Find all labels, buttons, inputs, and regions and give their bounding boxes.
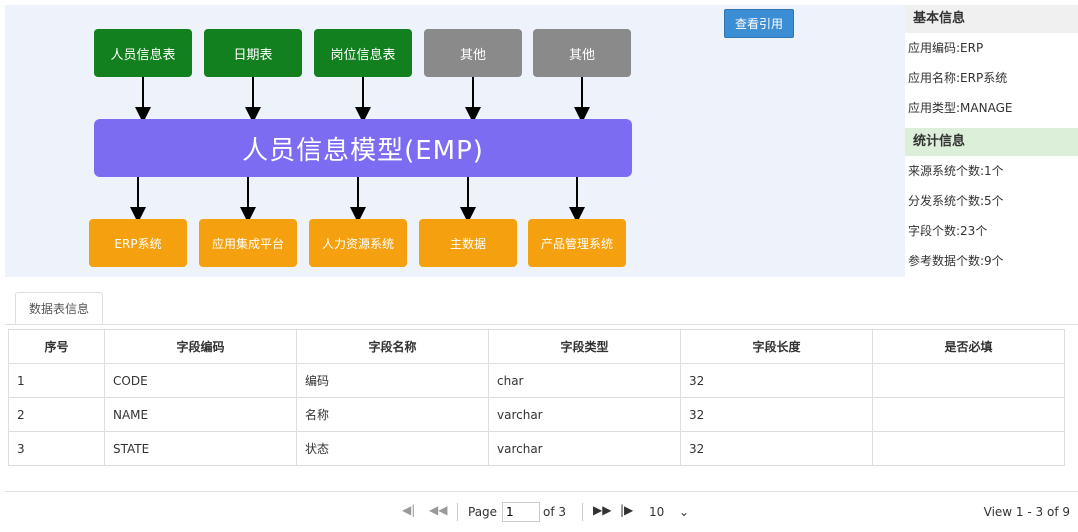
- target-box-5[interactable]: 产品管理系统: [528, 219, 626, 267]
- table-cell: NAME: [104, 397, 297, 432]
- source-box-5[interactable]: 其他: [533, 29, 631, 77]
- source-box-2[interactable]: 日期表: [204, 29, 302, 77]
- table-header-row: 序号 字段编码 字段名称 字段类型 字段长度 是否必填: [8, 329, 1065, 364]
- table-cell: STATE: [104, 431, 297, 466]
- page-number-input[interactable]: [502, 502, 540, 522]
- table-cell: 编码: [296, 363, 489, 398]
- column-header-required[interactable]: 是否必填: [872, 329, 1065, 364]
- table-cell: 1: [8, 363, 105, 398]
- target-box-1[interactable]: ERP系统: [89, 219, 187, 267]
- page-count-label: of 3: [543, 505, 567, 519]
- tab-table-info[interactable]: 数据表信息: [15, 292, 103, 324]
- basic-info-header: 基本信息: [905, 5, 1078, 33]
- table-cell: varchar: [488, 397, 681, 432]
- stats-row-field-count: 字段个数:23个: [908, 224, 988, 238]
- table-cell: 32: [680, 363, 873, 398]
- column-header-index[interactable]: 序号: [8, 329, 105, 364]
- pager: ◀| ◀◀ Page of 3 ▶▶ |▶ 10 ⌄ View 1 - 3 of…: [5, 491, 1078, 532]
- table-cell: [872, 431, 1065, 466]
- page-label: Page: [468, 505, 498, 519]
- table-cell: varchar: [488, 431, 681, 466]
- stats-info-header: 统计信息: [905, 128, 1078, 156]
- prev-page-icon[interactable]: ◀◀: [429, 503, 447, 517]
- column-header-type[interactable]: 字段类型: [488, 329, 681, 364]
- next-page-icon[interactable]: ▶▶: [593, 503, 611, 517]
- pager-divider: [582, 503, 583, 521]
- column-header-name[interactable]: 字段名称: [296, 329, 489, 364]
- table-cell: CODE: [104, 363, 297, 398]
- table-cell: [872, 363, 1065, 398]
- target-box-4[interactable]: 主数据: [419, 219, 517, 267]
- stats-row-source-count: 来源系统个数:1个: [908, 164, 1004, 178]
- stats-row-ref-count: 参考数据个数:9个: [908, 254, 1004, 268]
- info-row-app-type: 应用类型:MANAGE: [908, 101, 1013, 115]
- table-cell: 32: [680, 397, 873, 432]
- model-box[interactable]: 人员信息模型(EMP): [94, 119, 632, 177]
- info-row-app-code: 应用编码:ERP: [908, 41, 984, 55]
- source-box-1[interactable]: 人员信息表: [94, 29, 192, 77]
- table-row[interactable]: 2 NAME 名称 varchar 32: [8, 397, 1065, 432]
- source-box-3[interactable]: 岗位信息表: [314, 29, 412, 77]
- table-cell: 状态: [296, 431, 489, 466]
- table-cell: 2: [8, 397, 105, 432]
- chevron-down-icon: ⌄: [678, 505, 689, 519]
- column-header-length[interactable]: 字段长度: [680, 329, 873, 364]
- info-row-app-name: 应用名称:ERP系统: [908, 71, 1008, 85]
- column-header-code[interactable]: 字段编码: [104, 329, 297, 364]
- info-panel: 基本信息 应用编码:ERP 应用名称:ERP系统 应用类型:MANAGE 统计信…: [905, 5, 1078, 277]
- page-size-value: 10: [649, 505, 665, 519]
- first-page-icon[interactable]: ◀|: [402, 503, 415, 517]
- table-row[interactable]: 1 CODE 编码 char 32: [8, 363, 1065, 398]
- view-references-button[interactable]: 查看引用: [724, 9, 794, 38]
- target-box-3[interactable]: 人力资源系统: [309, 219, 407, 267]
- last-page-icon[interactable]: |▶: [620, 503, 633, 517]
- table-cell: 3: [8, 431, 105, 466]
- tab-bar: 数据表信息: [5, 288, 1078, 325]
- table-cell: 名称: [296, 397, 489, 432]
- model-diagram: 人员信息表 日期表 岗位信息表 其他 其他 人员信息模型(EMP) ERP系统 …: [5, 5, 905, 277]
- table-row[interactable]: 3 STATE 状态 varchar 32: [8, 431, 1065, 466]
- view-range-label: View 1 - 3 of 9: [983, 505, 1070, 519]
- table-cell: 32: [680, 431, 873, 466]
- fields-table: 序号 字段编码 字段名称 字段类型 字段长度 是否必填 1 CODE 编码 ch…: [8, 329, 1065, 466]
- table-cell: [872, 397, 1065, 432]
- target-box-2[interactable]: 应用集成平台: [199, 219, 297, 267]
- source-box-4[interactable]: 其他: [424, 29, 522, 77]
- pager-divider: [457, 503, 458, 521]
- stats-row-dist-count: 分发系统个数:5个: [908, 194, 1004, 208]
- page-size-select[interactable]: 10 ⌄: [646, 502, 692, 522]
- table-cell: char: [488, 363, 681, 398]
